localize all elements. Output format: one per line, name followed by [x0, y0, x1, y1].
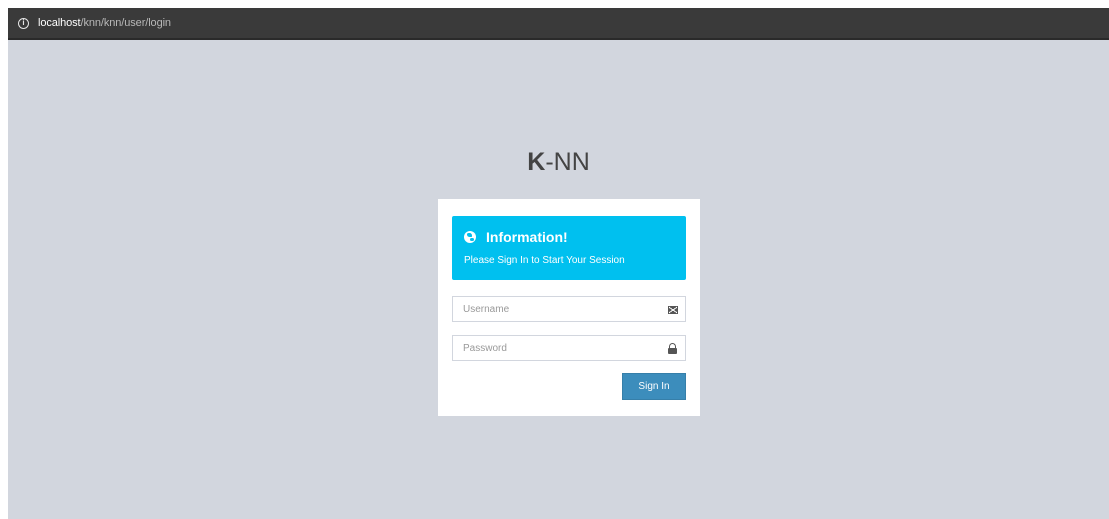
site-info-icon[interactable]: i — [18, 17, 29, 29]
lock-icon — [668, 343, 677, 354]
url-path: /knn/knn/user/login — [80, 17, 172, 29]
callout-message: Please Sign In to Start Your Session — [464, 255, 625, 266]
password-input[interactable] — [453, 336, 685, 360]
callout-title-row: Information! — [464, 229, 568, 245]
screen: i localhost/knn/knn/user/login K-NN Info… — [0, 0, 1109, 519]
password-field-group — [452, 335, 686, 361]
address-url[interactable]: localhost/knn/knn/user/login — [38, 17, 171, 29]
login-page: K-NN Information! Please Sign In to Star… — [8, 40, 1109, 519]
app-logo[interactable]: K-NN — [8, 148, 1109, 177]
info-callout: Information! Please Sign In to Start You… — [452, 216, 686, 280]
globe-icon — [464, 231, 476, 243]
callout-title: Information! — [486, 229, 568, 245]
browser-address-bar[interactable]: i localhost/knn/knn/user/login — [8, 8, 1109, 40]
url-host: localhost — [38, 17, 81, 29]
envelope-icon — [668, 306, 678, 314]
username-input[interactable] — [453, 297, 685, 321]
login-box: Information! Please Sign In to Start You… — [438, 199, 700, 416]
sign-in-button[interactable]: Sign In — [622, 373, 686, 400]
username-field-group — [452, 296, 686, 322]
logo-rest: -NN — [545, 148, 590, 176]
logo-bold: K — [527, 148, 546, 176]
